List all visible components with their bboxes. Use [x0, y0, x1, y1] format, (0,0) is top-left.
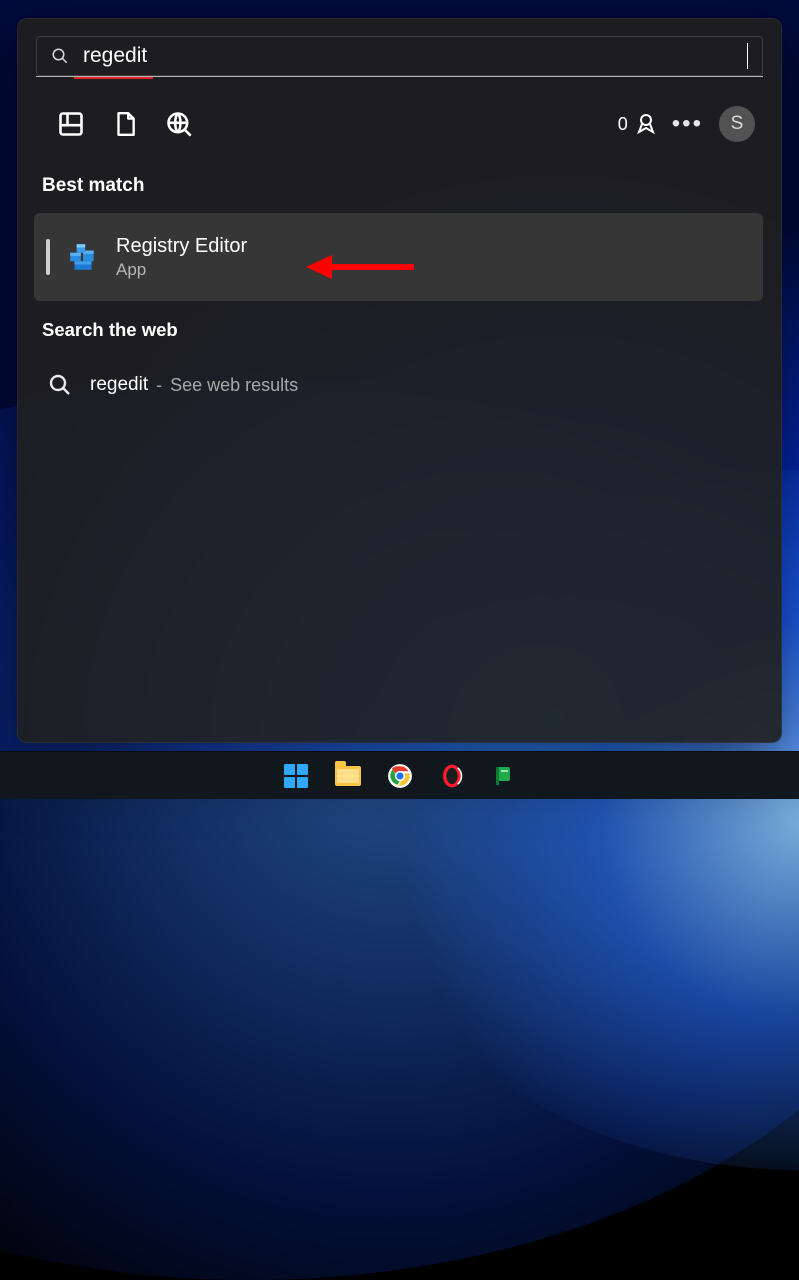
annotation-arrow: [306, 251, 416, 283]
web-result-row[interactable]: regedit - See web results: [34, 357, 763, 413]
best-match-heading: Best match: [42, 175, 763, 197]
search-icon: [51, 47, 69, 65]
folder-icon: [335, 766, 361, 786]
web-query: regedit: [90, 374, 148, 396]
best-match-subtitle: App: [116, 260, 247, 280]
medal-icon: [634, 112, 658, 136]
filter-apps-icon[interactable]: [44, 101, 98, 147]
search-box[interactable]: [36, 36, 763, 76]
web-sep: -: [156, 375, 162, 396]
taskbar-explorer[interactable]: [328, 756, 368, 796]
taskbar-app-green[interactable]: [484, 756, 524, 796]
search-icon: [48, 373, 72, 397]
start-search-panel: 0 ••• S Best match: [17, 18, 782, 743]
selection-indicator: [46, 239, 50, 275]
registry-editor-icon: [66, 240, 100, 274]
opera-icon: [439, 763, 465, 789]
best-match-result[interactable]: Registry Editor App: [34, 213, 763, 301]
avatar-initial: S: [731, 113, 744, 135]
green-flag-icon: [492, 764, 516, 788]
best-match-title: Registry Editor: [116, 235, 247, 258]
search-filter-bar: 0 ••• S: [36, 97, 763, 151]
user-avatar[interactable]: S: [719, 106, 755, 142]
filter-documents-icon[interactable]: [98, 101, 152, 147]
taskbar-chrome[interactable]: [380, 756, 420, 796]
rewards-count: 0: [618, 114, 628, 135]
chrome-icon: [387, 763, 413, 789]
filter-web-icon[interactable]: [152, 101, 206, 147]
annotation-underline: [74, 77, 153, 79]
windows-logo-icon: [284, 764, 308, 788]
taskbar: [0, 751, 799, 799]
web-suffix: See web results: [170, 375, 298, 396]
start-button[interactable]: [276, 756, 316, 796]
rewards-badge[interactable]: 0: [618, 112, 658, 136]
taskbar-opera[interactable]: [432, 756, 472, 796]
search-web-heading: Search the web: [42, 319, 763, 341]
more-options-icon[interactable]: •••: [672, 110, 703, 138]
search-input[interactable]: [83, 43, 748, 69]
